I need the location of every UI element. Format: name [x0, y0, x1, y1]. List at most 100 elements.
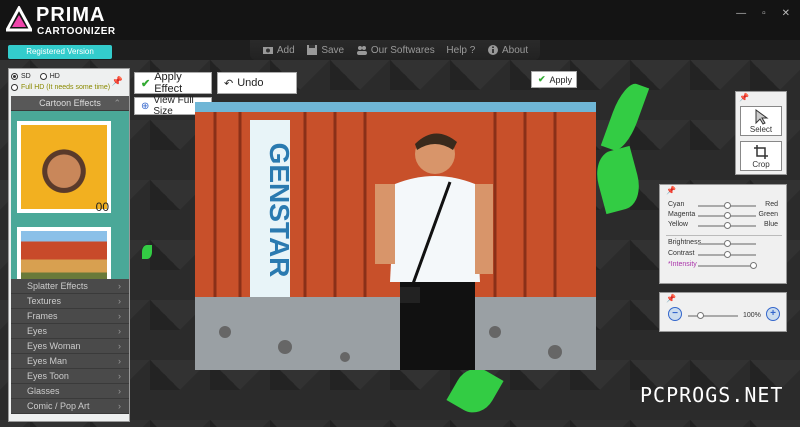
close-icon[interactable]: ✕ [782, 8, 790, 19]
watermark-text: PCPROGS.NET [640, 383, 784, 407]
intensity-label: *Intensity [668, 261, 697, 268]
cartoonized-photo: GENSTAR [195, 102, 596, 370]
app-logo: PRIMA CARTOONIZER [6, 4, 146, 38]
blue-label: Blue [763, 221, 778, 228]
apply-effect-button[interactable]: ✔ Apply Effect [134, 71, 212, 95]
add-button[interactable]: Add [262, 44, 295, 56]
hd-label: HD [49, 73, 60, 80]
floppy-icon [307, 45, 318, 55]
fullhd-radio[interactable] [11, 84, 18, 91]
category-eyes-man[interactable]: Eyes Man [11, 354, 129, 369]
people-icon [356, 46, 367, 55]
brightness-slider[interactable]: Brightness [660, 239, 788, 249]
help-button[interactable]: Help ? [446, 45, 475, 56]
crop-tool-button[interactable]: Crop [740, 141, 782, 171]
sd-radio[interactable] [11, 73, 18, 80]
container-text: GENSTAR [264, 143, 295, 278]
slider-knob[interactable] [723, 240, 731, 247]
category-textures[interactable]: Textures [11, 294, 129, 309]
category-splatter-effects[interactable]: Splatter Effects [11, 279, 129, 294]
logo-triangle-icon [6, 6, 32, 32]
cursor-icon [755, 109, 769, 125]
effect-thumbnail[interactable]: 00 [17, 121, 111, 214]
pin-icon[interactable]: 📌 [666, 186, 676, 195]
zoom-panel: 📌 − 100% + [659, 292, 787, 332]
registered-version-badge[interactable]: Registered Version [8, 45, 112, 59]
thumbnail-image [21, 125, 107, 209]
category-frames[interactable]: Frames [11, 309, 129, 324]
about-label: About [502, 44, 529, 56]
checkmark-icon: ✔ [538, 74, 546, 84]
category-eyes[interactable]: Eyes [11, 324, 129, 339]
undo-arrow-icon: ↶ [224, 77, 234, 90]
zoom-percent: 100% [743, 312, 761, 319]
brightness-label: Brightness [668, 239, 702, 246]
category-glasses[interactable]: Glasses [11, 384, 129, 399]
logo-text-cartoonizer: CARTOONIZER [37, 26, 116, 37]
intensity-slider[interactable]: *Intensity [660, 261, 788, 271]
apply-button[interactable]: ✔ Apply [531, 71, 577, 88]
fullhd-label: Full HD (It needs some time) [21, 84, 111, 91]
pin-icon[interactable]: 📌 [112, 76, 123, 87]
slider-knob[interactable] [723, 222, 731, 229]
minimize-icon[interactable]: — [736, 8, 746, 19]
effects-panel: SD HD Full HD (It needs some time) 📌 Car… [8, 68, 130, 422]
sd-label: SD [21, 73, 31, 80]
zoom-in-icon[interactable]: + [766, 307, 780, 321]
logo-text-prima: PRIMA [36, 4, 106, 26]
window-controls: — ▫ ✕ [736, 8, 790, 19]
apply-label: Apply [549, 74, 573, 85]
info-icon [488, 45, 499, 55]
slider-knob[interactable] [697, 312, 704, 319]
divider [666, 235, 782, 236]
thumbnail-number: 00 [95, 200, 109, 214]
slider-knob[interactable] [723, 202, 731, 209]
contrast-label: Contrast [668, 250, 695, 257]
thumbnail-image [21, 231, 107, 283]
category-cartoon-effects[interactable]: Cartoon Effects [11, 96, 129, 111]
magenta-label: Magenta [668, 211, 696, 218]
slider-track [688, 315, 738, 317]
maximize-icon[interactable]: ▫ [762, 8, 766, 19]
green-label: Green [758, 211, 778, 218]
apply-effect-label: Apply Effect [154, 71, 183, 95]
magnifier-icon: ⊕ [141, 100, 150, 112]
image-canvas[interactable]: GENSTAR [195, 102, 596, 370]
magenta-green-slider[interactable]: Magenta Green [660, 211, 788, 221]
pin-icon[interactable]: 📌 [739, 93, 749, 102]
yellow-blue-slider[interactable]: Yellow Blue [660, 221, 788, 231]
our-softwares-button[interactable]: Our Softwares [356, 44, 435, 56]
main-toolbar: Add Save Our Softwares Help ? About [250, 40, 540, 60]
save-button[interactable]: Save [306, 44, 344, 56]
crop-icon [754, 145, 768, 159]
our-softwares-label: Our Softwares [370, 44, 435, 56]
cyan-red-slider[interactable]: Cyan Red [660, 201, 788, 211]
checkmark-icon: ✔ [141, 77, 151, 90]
tools-panel: 📌 Select Crop [735, 91, 787, 175]
category-comic-pop-art[interactable]: Comic / Pop Art [11, 399, 129, 414]
select-label: Select [749, 125, 773, 134]
camera-icon [262, 47, 273, 54]
undo-button[interactable]: ↶ Undo [217, 72, 297, 94]
category-eyes-toon[interactable]: Eyes Toon [11, 369, 129, 384]
yellow-label: Yellow [668, 221, 688, 228]
undo-label: Undo [237, 77, 264, 89]
hd-radio[interactable] [39, 73, 47, 80]
pin-icon[interactable]: 📌 [666, 294, 676, 303]
category-eyes-woman[interactable]: Eyes Woman [11, 339, 129, 354]
slider-knob[interactable] [749, 262, 757, 269]
slider-track [698, 265, 756, 267]
help-label: Help ? [446, 44, 476, 56]
about-button[interactable]: About [487, 44, 528, 56]
contrast-slider[interactable]: Contrast [660, 250, 788, 260]
select-tool-button[interactable]: Select [740, 106, 782, 136]
save-label: Save [321, 44, 345, 56]
title-bar: PRIMA CARTOONIZER — ▫ ✕ [0, 0, 800, 40]
color-adjust-panel: 📌 Cyan Red Magenta Green Yellow Blue Bri… [659, 184, 787, 284]
slider-knob[interactable] [723, 251, 731, 258]
effect-thumbnail[interactable] [17, 227, 111, 287]
crop-label: Crop [752, 160, 770, 169]
red-label: Red [765, 201, 778, 208]
add-label: Add [276, 44, 295, 56]
slider-knob[interactable] [723, 212, 731, 219]
